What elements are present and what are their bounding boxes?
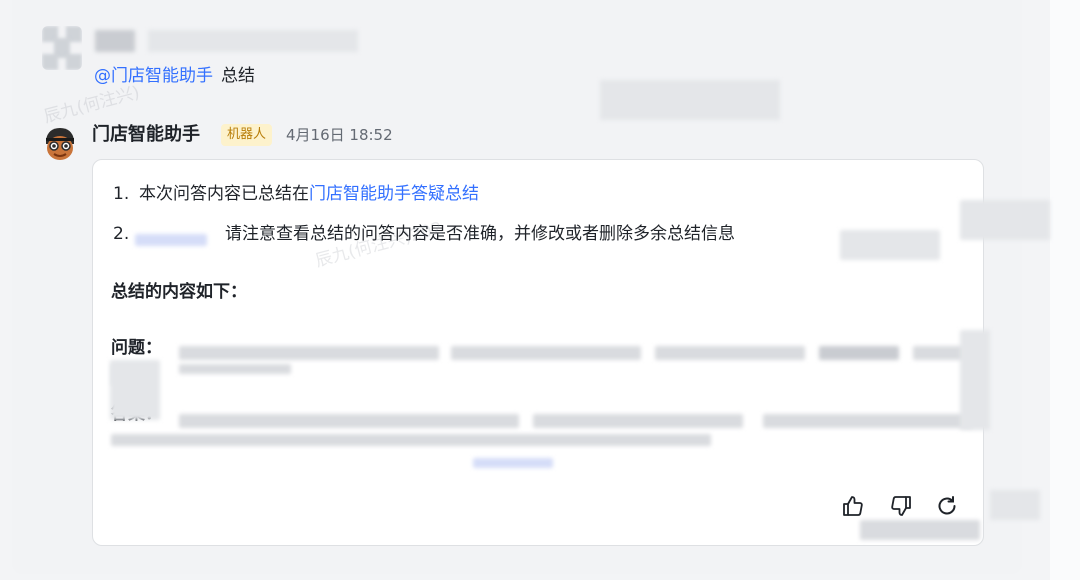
list-item-1: 1. 本次问答内容已总结在门店智能助手答疑总结 [113,182,479,206]
list-item-text: 请注意查看总结的问答内容是否准确，并修改或者删除多余总结信息 [225,224,735,244]
background-redacted [600,80,780,120]
side-redacted [840,230,940,260]
side-redacted [960,200,1050,240]
bot-badge: 机器人 [221,124,273,146]
thumbs-up-icon[interactable] [841,494,865,518]
summary-doc-link[interactable]: 门店智能助手答疑总结 [309,184,479,204]
user-avatar[interactable] [42,26,82,70]
list-item-text: 本次问答内容已总结在 [139,184,309,204]
question-redacted [451,346,641,360]
side-redacted [990,490,1040,520]
question-redacted [179,364,291,374]
answer-redacted [273,480,533,540]
side-redacted [110,360,160,420]
user-meta-redacted [148,30,358,52]
answer-redacted [473,458,553,468]
question-redacted [179,346,439,360]
side-redacted [960,330,990,430]
answer-redacted [533,414,743,428]
answer-redacted [763,414,973,428]
message-timestamp: 4月16日 18:52 [286,126,393,144]
message-card: 1. 本次问答内容已总结在门店智能助手答疑总结 2. 请注意查看总结的问答内容是否准… [92,159,984,546]
side-redacted [860,520,980,540]
answer-redacted [179,414,519,428]
summary-heading: 总结的内容如下： [111,282,247,302]
question-label: 问题： [111,338,162,358]
question-redacted [655,346,805,360]
mention-redacted [135,234,207,246]
refresh-icon[interactable] [935,494,959,518]
user-name-redacted [95,30,135,52]
user-message-text: 总结 [221,66,255,86]
right-panel [1050,0,1080,580]
answer-redacted [111,434,711,446]
thumbs-down-icon[interactable] [889,494,913,518]
list-number: 1. [113,184,130,204]
bot-avatar[interactable] [40,124,80,164]
question-redacted [819,346,899,360]
bot-name[interactable]: 门店智能助手 [92,122,200,148]
